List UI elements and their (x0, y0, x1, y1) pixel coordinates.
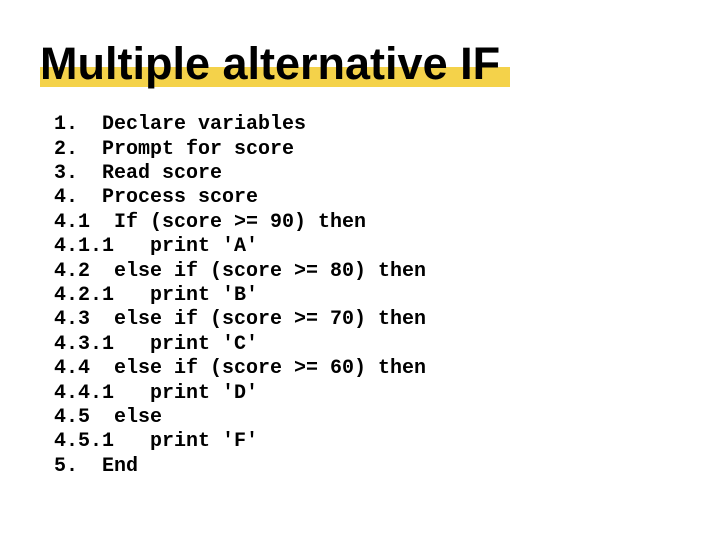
title-wrap: Multiple alternative IF (40, 40, 500, 87)
slide: Multiple alternative IF 1. Declare varia… (0, 0, 720, 540)
slide-title: Multiple alternative IF (40, 40, 500, 87)
pseudocode-block: 1. Declare variables 2. Prompt for score… (54, 113, 670, 479)
